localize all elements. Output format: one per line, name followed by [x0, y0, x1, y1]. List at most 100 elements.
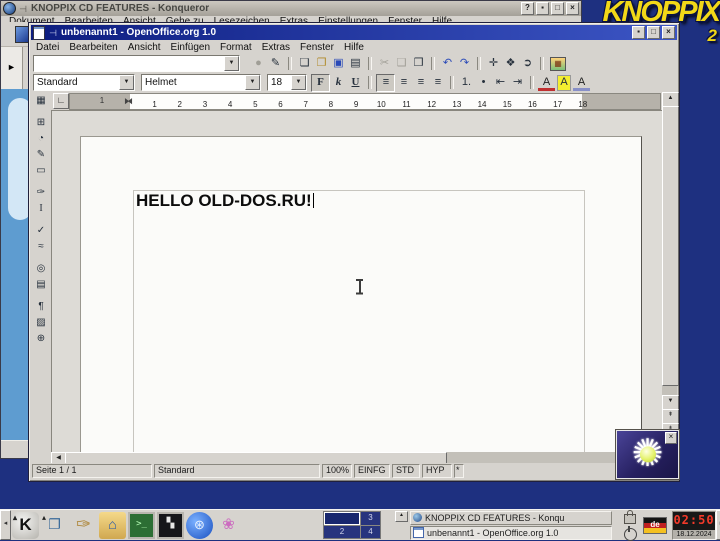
undo-icon[interactable]: ↶ — [439, 56, 456, 72]
pager-desktop-3[interactable]: 3 — [361, 512, 380, 525]
align-right-icon[interactable]: ≡ — [412, 75, 429, 91]
lock-icon[interactable] — [624, 514, 636, 524]
font-name-combobox[interactable]: Helmet ▼ — [141, 74, 261, 91]
open-icon[interactable]: ❐ — [313, 56, 330, 72]
numbering-icon[interactable]: 1. — [458, 75, 475, 91]
tasklist-arrow-icon[interactable]: ▲ — [395, 511, 408, 522]
toolbar-icon[interactable] — [530, 76, 534, 89]
ruler-scale[interactable]: 1 ⧓ 123456789101112131415161718 — [69, 93, 661, 110]
maximize-button[interactable]: □ — [647, 26, 660, 39]
form-functions-icon[interactable]: ▭ — [33, 163, 50, 179]
decrease-indent-icon[interactable]: ⇤ — [492, 75, 509, 91]
gallery-icon[interactable]: ▦ — [550, 57, 566, 71]
sticky-pin-button[interactable]: ⊣ — [18, 4, 28, 14]
paste-icon[interactable]: ❒ — [410, 56, 427, 72]
konsole-launcher[interactable]: ▚ — [157, 512, 184, 539]
background-color-icon[interactable]: A — [573, 75, 590, 91]
insert-icon[interactable]: ⊞ — [33, 115, 50, 131]
menu-item[interactable]: Einfügen — [166, 42, 215, 53]
konqueror-titlebar[interactable]: ⊣ KNOPPIX CD FEATURES - Konqueror ?▪□× — [1, 1, 581, 16]
previous-page-icon[interactable]: ⇞ — [662, 409, 679, 424]
scroll-up-icon[interactable]: ▲ — [662, 92, 679, 107]
underline-button[interactable]: U — [347, 75, 364, 91]
menu-item[interactable]: Bearbeiten — [64, 42, 122, 53]
combo-dropdown-icon[interactable]: ▼ — [245, 75, 260, 90]
combo-dropdown-icon[interactable]: ▼ — [291, 75, 306, 90]
status-selection-mode[interactable]: STD — [392, 464, 420, 478]
hyperlink-icon[interactable]: ➲ — [519, 56, 536, 72]
task-writer[interactable]: unbenannt1 - OpenOffice.org 1.0 — [410, 526, 612, 540]
graphics-onoff-icon[interactable]: ▨ — [33, 315, 50, 331]
align-center-icon[interactable]: ≡ — [395, 75, 412, 91]
combo-dropdown-icon[interactable]: ▼ — [224, 56, 239, 71]
maximize-button[interactable]: □ — [551, 2, 564, 15]
power-icon[interactable] — [624, 528, 637, 541]
online-layout-icon[interactable]: ⊕ — [33, 331, 50, 347]
vertical-scrollbar[interactable]: ▲ ▼ ⇞ ⇟ — [662, 92, 677, 452]
toolbar-icon[interactable] — [368, 76, 372, 89]
close-button[interactable]: × — [566, 2, 579, 15]
toolbar-icon-fragment[interactable] — [15, 26, 29, 43]
print-icon[interactable]: ▤ — [347, 56, 364, 72]
close-button[interactable]: × — [662, 26, 675, 39]
cut-icon[interactable]: ✂ — [376, 56, 393, 72]
keyboard-layout-flag[interactable]: de — [643, 517, 667, 534]
status-insert-mode[interactable]: EINFG — [354, 464, 390, 478]
scroll-down-icon[interactable]: ▼ — [662, 395, 679, 410]
find-replace-icon[interactable]: ◎ — [33, 261, 50, 277]
direct-cursor-icon[interactable]: I — [33, 201, 50, 217]
status-hyperlink-mode[interactable]: HYP — [422, 464, 452, 478]
indent-marker[interactable]: ⧓ — [124, 94, 133, 108]
task-konqueror[interactable]: KNOPPIX CD FEATURES - Konqu — [410, 511, 612, 525]
status-page-style[interactable]: Standard — [154, 464, 320, 478]
redo-icon[interactable]: ↷ — [456, 56, 473, 72]
stop-icon[interactable]: ● — [250, 56, 267, 72]
pager-desktop-2[interactable]: 2 — [324, 526, 360, 538]
konqueror-sidebar-tab[interactable]: ► — [1, 47, 23, 89]
url-combobox[interactable]: ▼ — [33, 55, 240, 72]
menu-item[interactable]: Fenster — [295, 42, 339, 53]
sticky-pin-button[interactable]: ⊣ — [48, 28, 58, 38]
help-button[interactable]: ? — [521, 2, 534, 15]
align-justify-icon[interactable]: ≡ — [429, 75, 446, 91]
spellcheck-icon[interactable]: ✓ — [33, 223, 50, 239]
close-icon[interactable]: × — [665, 432, 677, 444]
help-agent-popup[interactable]: × — [616, 430, 679, 479]
terminal-launcher[interactable]: >_ — [128, 512, 155, 539]
insert-object-icon[interactable]: ◔ — [33, 131, 50, 147]
bold-button[interactable]: F — [311, 74, 330, 92]
combo-dropdown-icon[interactable]: ▼ — [119, 75, 134, 90]
status-modified[interactable]: * — [454, 464, 464, 478]
window-list-button[interactable]: ❐ — [41, 512, 68, 539]
font-size-combobox[interactable]: 18 ▼ — [267, 74, 307, 91]
panel-hide-left-icon[interactable]: ◂ — [0, 510, 11, 540]
highlighting-icon[interactable]: A — [557, 75, 571, 91]
minimize-button[interactable]: ▪ — [536, 2, 549, 15]
toolbar-icon[interactable] — [540, 57, 544, 70]
status-page[interactable]: Seite 1 / 1 — [32, 464, 152, 478]
italic-button[interactable]: k — [330, 75, 347, 91]
menu-item[interactable]: Ansicht — [123, 42, 166, 53]
clock[interactable]: 02:50 18.12.2024 — [672, 511, 716, 540]
toolbar-icon[interactable] — [431, 57, 435, 70]
menu-item[interactable]: Extras — [257, 42, 295, 53]
edit-file-icon[interactable]: ✎ — [267, 56, 284, 72]
bullets-icon[interactable]: • — [475, 75, 492, 91]
font-color-icon[interactable]: A — [538, 75, 555, 91]
menu-item[interactable]: Datei — [31, 42, 64, 53]
increase-indent-icon[interactable]: ⇥ — [509, 75, 526, 91]
minimize-button[interactable]: ▪ — [632, 26, 645, 39]
align-left-icon[interactable]: ≡ — [376, 74, 395, 92]
vertical-scroll-thumb[interactable] — [662, 106, 679, 386]
data-sources-icon[interactable]: ▤ — [33, 277, 50, 293]
panel-hide-right-icon[interactable]: ▸ — [716, 510, 720, 540]
pager-desktop-1[interactable] — [324, 512, 360, 525]
autotext-icon[interactable]: ✑ — [33, 185, 50, 201]
toolbar-icon[interactable] — [450, 76, 454, 89]
toolbar-icon[interactable] — [288, 57, 292, 70]
stylist-icon[interactable]: ❖ — [502, 56, 519, 72]
nonprinting-chars-icon[interactable]: ¶ — [33, 299, 50, 315]
toolbar-icon[interactable] — [368, 57, 372, 70]
status-zoom[interactable]: 100% — [322, 464, 352, 478]
menu-item[interactable]: Format — [215, 42, 257, 53]
